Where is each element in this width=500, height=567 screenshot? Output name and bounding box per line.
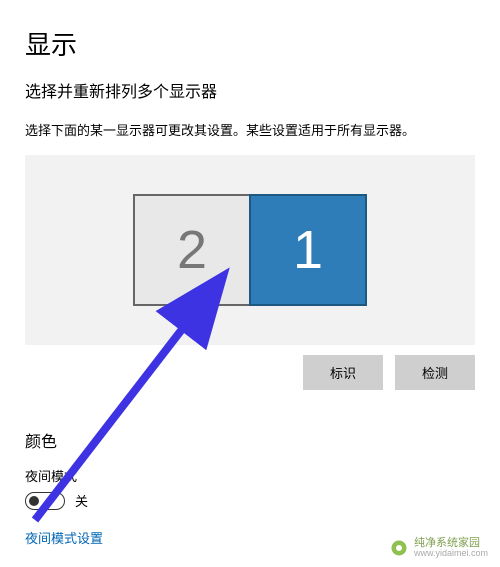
night-light-toggle-row: 关 — [25, 491, 475, 510]
identify-button[interactable]: 标识 — [303, 355, 383, 390]
page-title: 显示 — [25, 25, 475, 62]
monitor-1[interactable]: 1 — [249, 194, 367, 306]
subtitle: 选择并重新排列多个显示器 — [25, 78, 475, 102]
night-light-toggle[interactable] — [25, 492, 65, 510]
button-row: 标识 检测 — [25, 355, 475, 390]
watermark-url: www.yidaimei.com — [414, 549, 488, 559]
watermark: 纯净系统家园 www.yidaimei.com — [390, 537, 488, 559]
description: 选择下面的某一显示器可更改其设置。某些设置适用于所有显示器。 — [25, 120, 475, 139]
watermark-icon — [390, 539, 408, 557]
monitor-2[interactable]: 2 — [133, 194, 251, 306]
toggle-state-text: 关 — [75, 491, 88, 510]
night-light-label: 夜间模式 — [25, 466, 475, 485]
monitor-arrange-area[interactable]: 2 1 — [25, 155, 475, 345]
toggle-knob — [29, 496, 39, 506]
detect-button[interactable]: 检测 — [395, 355, 475, 390]
color-section-header: 颜色 — [25, 428, 475, 452]
